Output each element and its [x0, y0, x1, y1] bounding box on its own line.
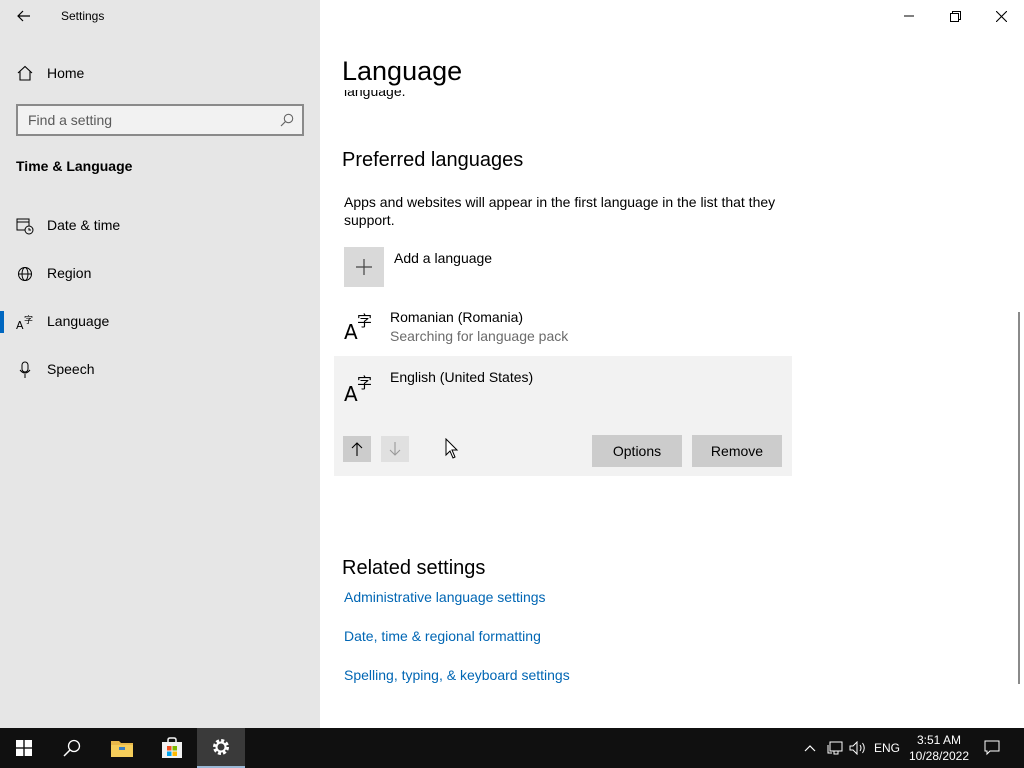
- close-button[interactable]: [978, 0, 1024, 32]
- calendar-clock-icon: [16, 218, 34, 235]
- sidebar-item-label: Region: [47, 265, 92, 281]
- language-icon: A字: [16, 314, 33, 331]
- clock-date: 10/28/2022: [908, 749, 970, 763]
- volume-icon: [849, 741, 865, 755]
- sidebar-item-speech[interactable]: Speech: [0, 349, 320, 389]
- mouse-cursor-icon: [445, 438, 459, 459]
- add-language-button[interactable]: Add a language: [344, 247, 644, 287]
- language-item-english[interactable]: A字 English (United States) Options Remov…: [334, 356, 792, 476]
- app-title: Settings: [61, 9, 105, 23]
- windows-logo-icon: [16, 740, 32, 756]
- file-explorer-button[interactable]: [98, 728, 146, 768]
- back-button[interactable]: [8, 2, 40, 30]
- clipped-text-content: language.: [344, 90, 406, 99]
- related-settings-heading: Related settings: [342, 557, 486, 579]
- close-icon: [995, 10, 1007, 22]
- svg-text:A: A: [16, 319, 24, 331]
- back-arrow-icon: [17, 10, 30, 22]
- home-nav-item[interactable]: Home: [0, 58, 320, 88]
- search-icon: [280, 113, 294, 127]
- taskbar: ENG 3:51 AM 10/28/2022: [0, 728, 1024, 768]
- start-button[interactable]: [0, 728, 48, 768]
- clock[interactable]: 3:51 AM 10/28/2022: [904, 732, 974, 764]
- notification-icon: [984, 740, 1000, 756]
- sidebar-item-language[interactable]: A字 Language: [0, 301, 320, 341]
- network-button[interactable]: [824, 728, 846, 768]
- microphone-icon: [19, 361, 31, 378]
- home-label: Home: [47, 65, 85, 81]
- add-tile: [344, 247, 384, 287]
- globe-icon: [18, 267, 32, 281]
- language-status: Searching for language pack: [390, 328, 569, 344]
- restore-icon: [949, 10, 961, 22]
- clipped-text: language.: [344, 90, 644, 104]
- chevron-up-icon: [804, 745, 816, 752]
- keyboard-settings-link[interactable]: Spelling, typing, & keyboard settings: [344, 667, 570, 683]
- gear-icon: [213, 739, 229, 755]
- taskbar-search-button[interactable]: [48, 728, 96, 768]
- minimize-button[interactable]: [886, 0, 932, 32]
- svg-text:字: 字: [24, 314, 33, 326]
- input-language-indicator[interactable]: ENG: [872, 728, 902, 768]
- volume-button[interactable]: [847, 728, 869, 768]
- svg-text:字: 字: [357, 374, 372, 392]
- remove-button[interactable]: Remove: [692, 435, 782, 467]
- action-center-button[interactable]: [978, 728, 1006, 768]
- sidebar-item-label: Language: [47, 313, 110, 329]
- move-down-button[interactable]: [381, 436, 409, 462]
- scrollbar[interactable]: [1018, 312, 1020, 684]
- section-title: Time & Language: [16, 158, 133, 174]
- search-icon: [63, 739, 81, 757]
- clock-time: 3:51 AM: [916, 733, 962, 747]
- arrow-down-icon: [389, 442, 401, 456]
- settings-taskbar-button[interactable]: [197, 728, 245, 768]
- add-language-label: Add a language: [394, 250, 493, 266]
- options-button[interactable]: Options: [592, 435, 682, 467]
- network-icon: [827, 741, 843, 755]
- svg-text:A: A: [344, 320, 358, 342]
- home-icon: [17, 65, 33, 81]
- minimize-icon: [904, 15, 914, 17]
- preferred-languages-heading: Preferred languages: [342, 149, 524, 171]
- search-input[interactable]: Find a setting: [16, 104, 304, 136]
- folder-icon: [111, 741, 133, 757]
- sidebar-item-label: Speech: [47, 361, 95, 377]
- selection-indicator: [0, 311, 4, 333]
- page-title: Language: [342, 56, 463, 86]
- regional-formatting-link[interactable]: Date, time & regional formatting: [344, 628, 541, 644]
- main-content: Language language. Preferred languages A…: [320, 0, 1024, 728]
- language-name: English (United States): [390, 369, 534, 385]
- admin-language-settings-link[interactable]: Administrative language settings: [344, 589, 546, 605]
- sidebar-item-label: Date & time: [47, 217, 121, 233]
- restore-button[interactable]: [932, 0, 978, 32]
- store-bag-icon: [162, 737, 182, 758]
- move-up-button[interactable]: [343, 436, 371, 462]
- sidebar-item-region[interactable]: Region: [0, 253, 320, 293]
- store-button[interactable]: [148, 728, 196, 768]
- plus-icon: [356, 259, 372, 275]
- language-icon: A字: [344, 374, 372, 404]
- show-hidden-icons-button[interactable]: [800, 728, 820, 768]
- language-item-romanian[interactable]: A字 Romanian (Romania) Searching for lang…: [334, 298, 792, 354]
- svg-text:A: A: [344, 382, 358, 404]
- language-name: Romanian (Romania): [390, 309, 524, 325]
- sidebar: Settings Home Find a setting Time & Lang…: [0, 0, 320, 728]
- sidebar-item-date-time[interactable]: Date & time: [0, 205, 320, 245]
- preferred-languages-description: Apps and websites will appear in the fir…: [344, 194, 776, 228]
- arrow-up-icon: [351, 442, 363, 456]
- language-icon: A字: [344, 312, 372, 342]
- svg-text:字: 字: [357, 312, 372, 330]
- search-placeholder: Find a setting: [28, 112, 113, 128]
